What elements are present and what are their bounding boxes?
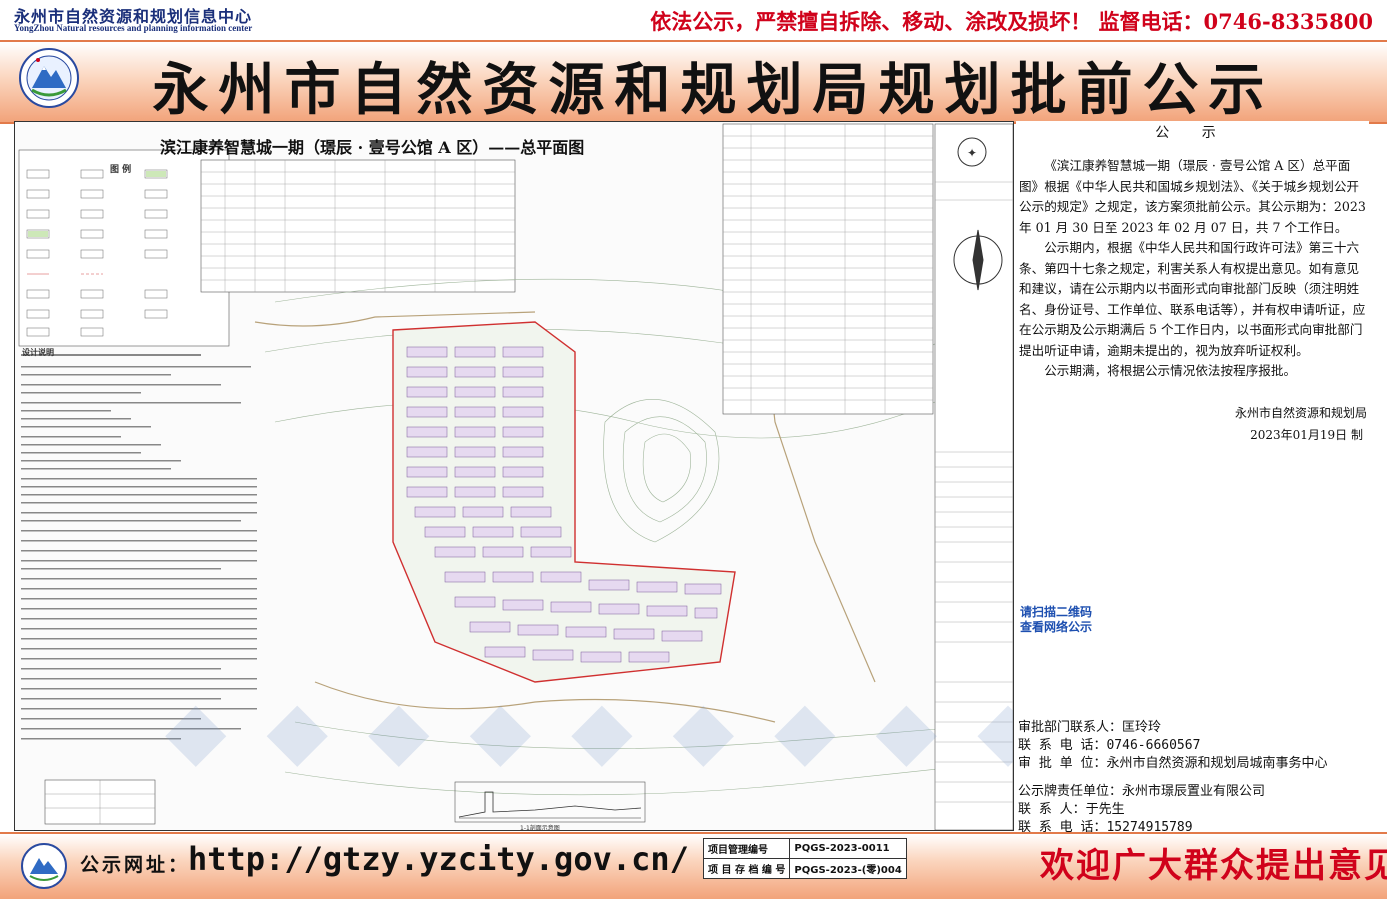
design-notes-title: 设计说明 [22,348,54,357]
watermark-cn: ◆◆◆◆◆◆◆◆◆ [165,682,1014,776]
qr-hint-line-2: 查看网络公示 [1020,620,1093,634]
svg-text:✦: ✦ [967,146,977,160]
site-plan-drawing: ✦ ◆◆◆◆◆◆◆◆◆ [14,121,1014,831]
website-label: 公示网址： [80,854,191,876]
notice-date: 2023年01月19日 制 [1250,428,1363,442]
archive-code-value: PQGS-2023-(零)004 [789,858,907,879]
qr-hint-line-1: 请扫描二维码 [1020,605,1093,619]
legend-title: 图 例 [110,165,132,175]
notice-paragraph-3: 公示期满，将根据公示情况依法按程序报批。 [1044,363,1297,378]
project-code-label: 项目管理编号 [702,838,791,859]
contact-responsible-unit: 公示牌责任单位：永州市璟辰置业有限公司 [1018,784,1266,799]
warning-text: 依法公示，严禁擅自拆除、移动、涂改及损坏！ 监督电话：0746-8335800 [650,9,1373,34]
section-label: 1-1剖面示意图 [520,825,560,832]
welcome-slogan: 欢迎广大群众提出意见 [1040,846,1387,886]
notice-heading: 公 示 [1155,125,1230,141]
code-table: 项目管理编号 PQGS-2023-0011 项 目 存 档 编 号 PQGS-2… [702,838,907,879]
contact-person: 联 系 人：于先生 [1018,802,1125,817]
main-title: 永州市自然资源和规划局规划批前公示 [152,57,1275,123]
drawing-title: 滨江康养智慧城一期（璟辰 · 壹号公馆 A 区）——总平面图 [160,138,585,157]
notice-paragraph-2: 公示期内，根据《中华人民共和国行政许可法》第三十六条、第四十七条之规定，利害关系… [1019,240,1366,358]
archive-code-label: 项 目 存 档 编 号 [702,858,791,879]
contact-approval-unit: 审 批 单 位：永州市自然资源和规划局城南事务中心 [1018,756,1328,771]
contact-approver-phone: 联 系 电 话：0746-6660567 [1018,738,1201,753]
contact-approver: 审批部门联系人：匡玲玲 [1018,720,1162,735]
org-name-en: YongZhou Natural resources and planning … [14,23,253,33]
website-url[interactable]: http://gtzy.yzcity.gov.cn/ [188,840,689,878]
notice-paragraph-1: 《滨江康养智慧城一期（璟辰 · 壹号公馆 A 区）总平面图》根据《中华人民共和国… [1019,158,1366,235]
notice-body: 《滨江康养智慧城一期（璟辰 · 壹号公馆 A 区）总平面图》根据《中华人民共和国… [1019,156,1367,382]
project-code-value: PQGS-2023-0011 [789,838,907,859]
qr-hint: 请扫描二维码 查看网络公示 [1020,605,1092,635]
notice-issuer: 永州市自然资源和规划局 [1234,406,1367,420]
footer-logo [21,843,67,889]
